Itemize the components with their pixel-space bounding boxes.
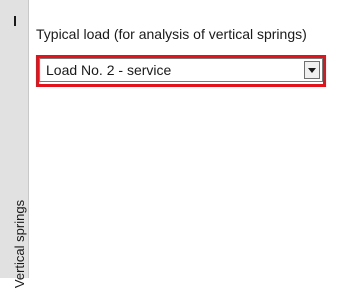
chevron-down-icon [308,68,316,73]
vertical-springs-tab[interactable]: Vertical springs [0,0,29,288]
load-select[interactable]: Load No. 2 - service [39,58,323,82]
typical-load-label: Typical load (for analysis of vertical s… [36,26,307,42]
grip-icon [14,16,16,26]
dropdown-button[interactable] [304,61,320,79]
vertical-springs-tab-label: Vertical springs [12,199,27,289]
load-select-value: Load No. 2 - service [46,62,172,78]
